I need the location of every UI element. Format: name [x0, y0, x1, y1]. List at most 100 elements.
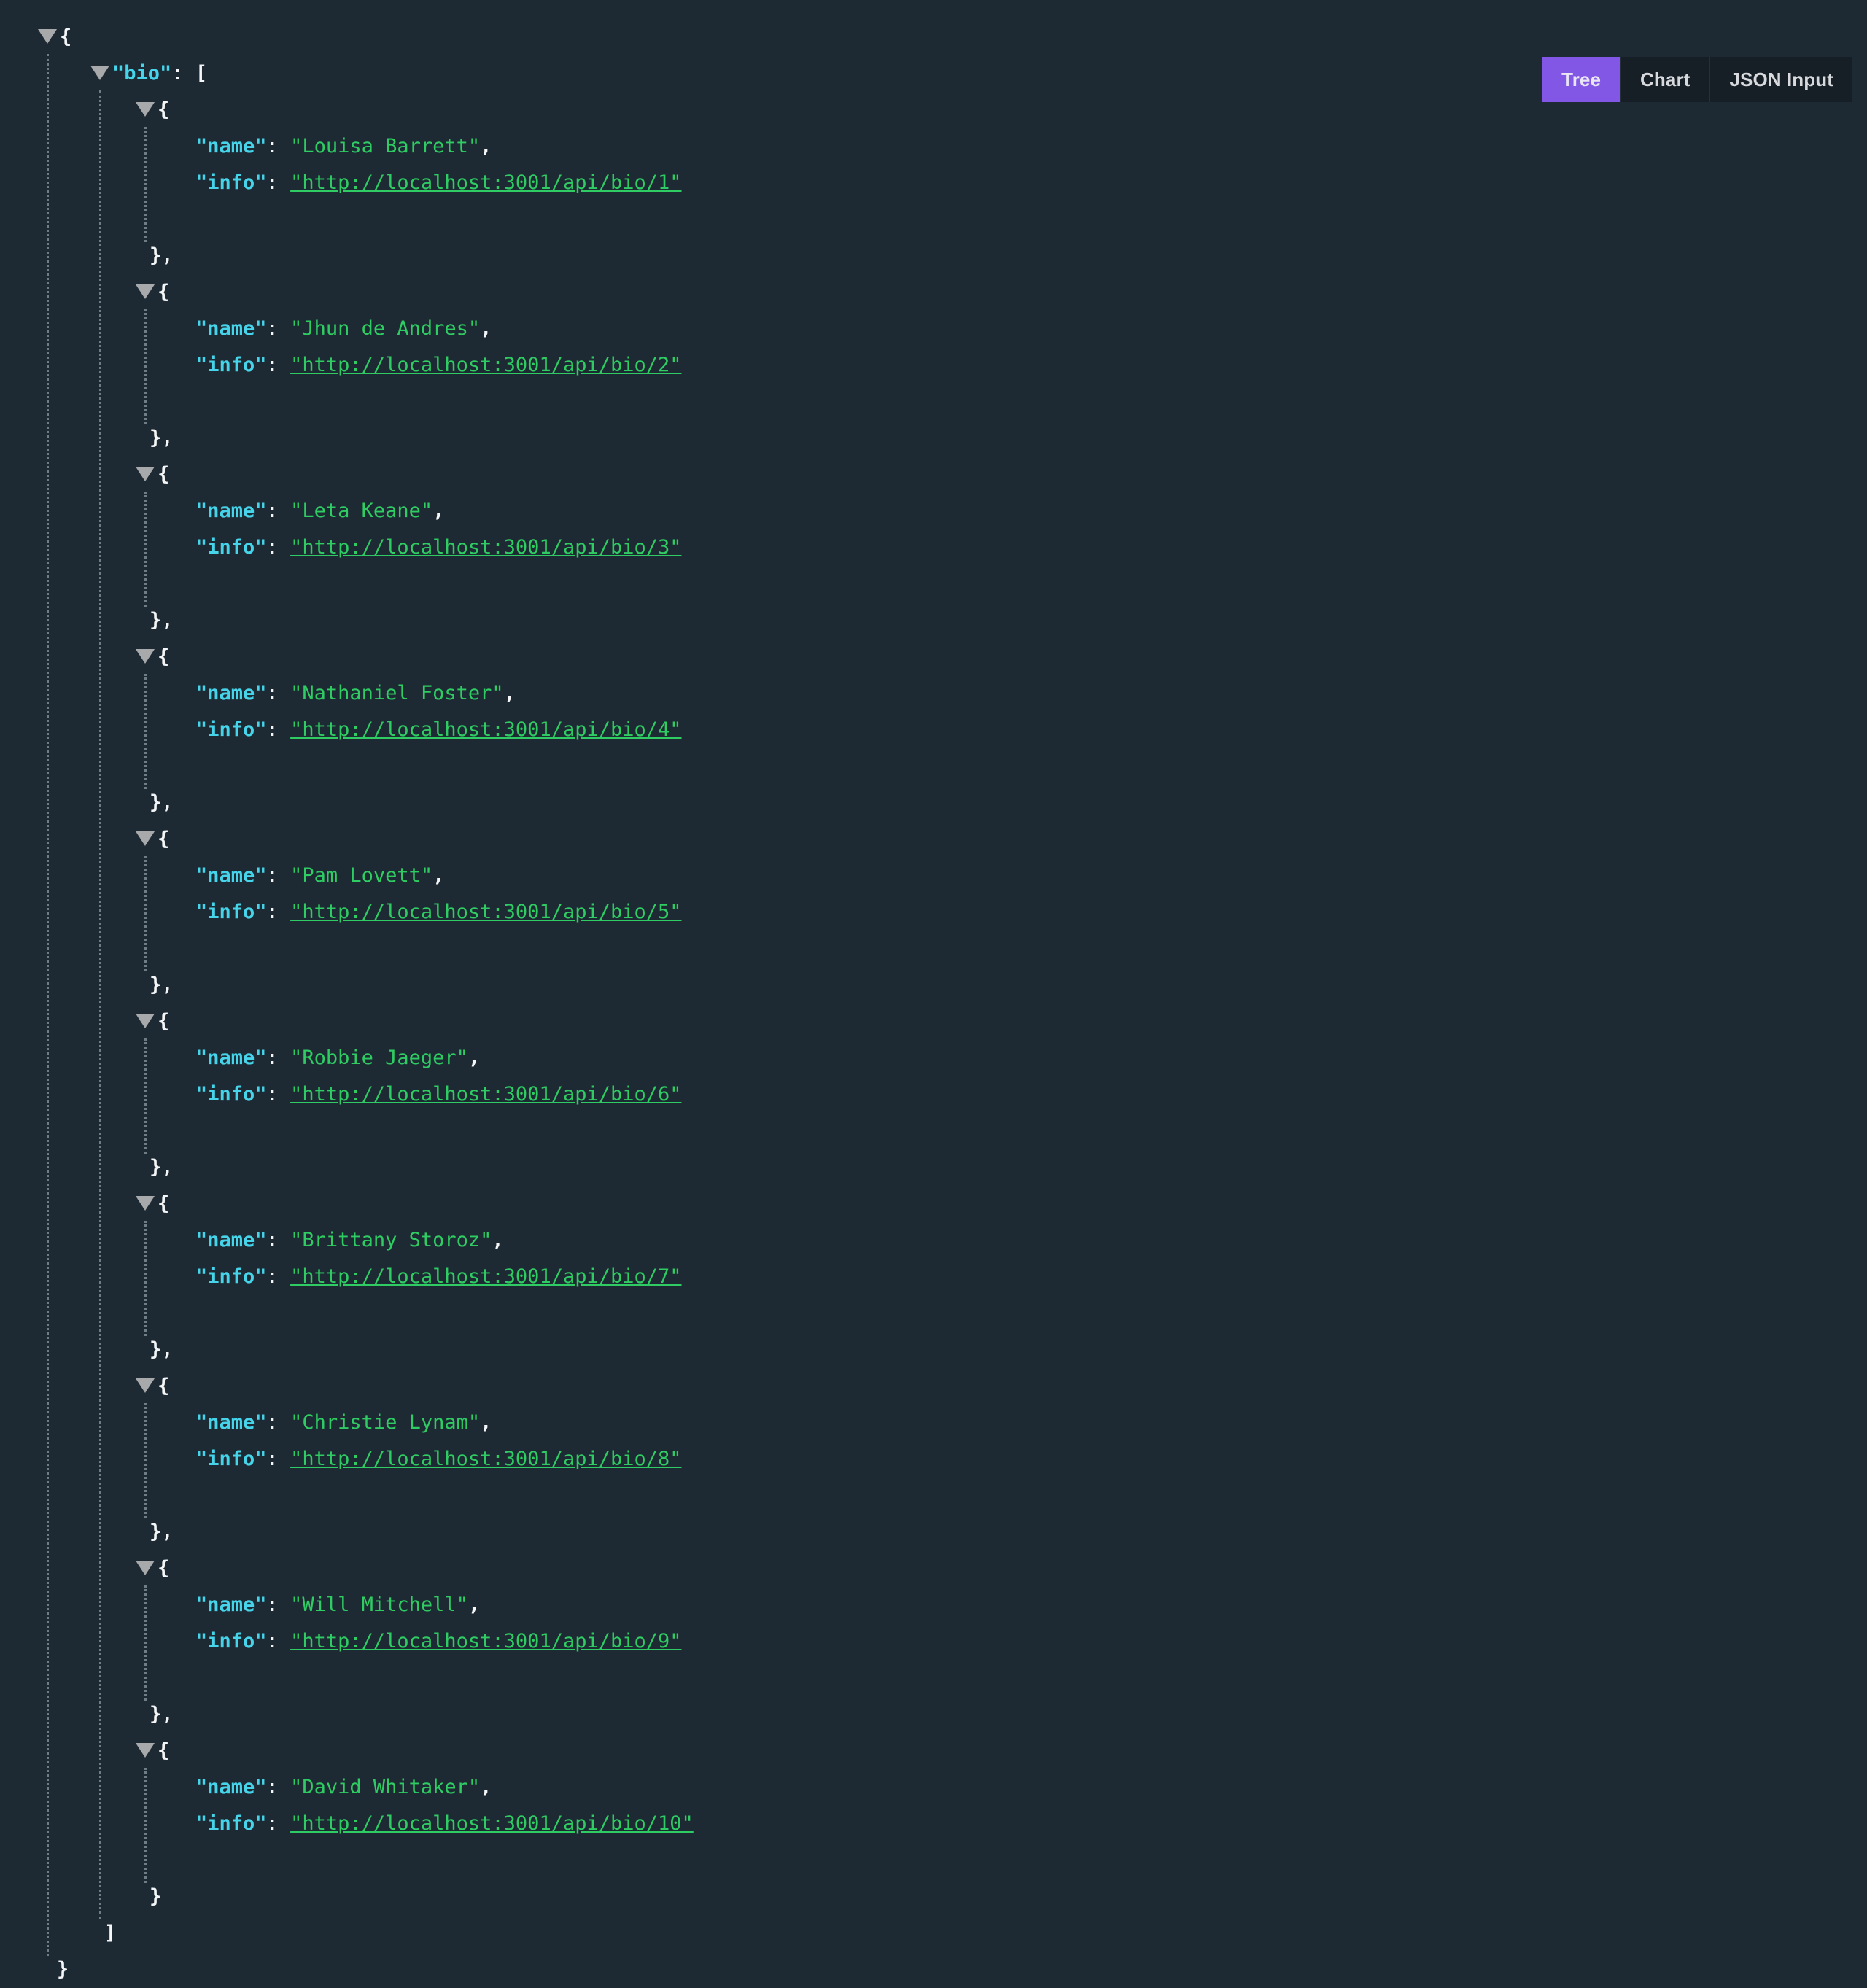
tree-guide-item [144, 1403, 147, 1518]
item-open-brace: { [158, 1192, 169, 1215]
info-value-link[interactable]: "http://localhost:3001/api/bio/7" [290, 1265, 681, 1288]
info-value-link[interactable]: "http://localhost:3001/api/bio/2" [290, 354, 681, 376]
name-colon: : [267, 500, 279, 522]
name-key-label: "name" [195, 500, 267, 522]
tree-row-spacer [0, 931, 694, 967]
name-value: "Leta Keane" [290, 500, 432, 522]
caret-item-icon[interactable] [136, 1561, 155, 1575]
tree-row-info: "info": "http://localhost:3001/api/bio/4… [0, 712, 694, 748]
caret-item-icon[interactable] [136, 1743, 155, 1758]
item-close-brace: }, [150, 1156, 174, 1179]
tree-row-spacer [0, 566, 694, 602]
caret-item-icon[interactable] [136, 1196, 155, 1211]
item-open-brace: { [158, 828, 169, 850]
info-value-link[interactable]: "http://localhost:3001/api/bio/10" [290, 1812, 694, 1835]
tree-row-item-close: }, [0, 967, 694, 1003]
bio-close-bracket: ] [104, 1922, 116, 1944]
tab-chart[interactable]: Chart [1621, 57, 1710, 102]
tree-row-info: "info": "http://localhost:3001/api/bio/8… [0, 1441, 694, 1478]
tree-row-item-close: }, [0, 1149, 694, 1186]
name-comma: , [492, 1229, 503, 1251]
info-value-link[interactable]: "http://localhost:3001/api/bio/1" [290, 171, 681, 194]
tree-guide-item [144, 1768, 147, 1883]
tab-json-input[interactable]: JSON Input [1710, 57, 1852, 102]
caret-item-icon[interactable] [136, 102, 155, 117]
tree-row-spacer [0, 384, 694, 420]
tree-row-name: "name": "David Whitaker", [0, 1769, 694, 1806]
tree-guide-bio [99, 90, 101, 1919]
name-value: "Nathaniel Foster" [290, 682, 504, 704]
tree-row-item-close: }, [0, 420, 694, 457]
item-close-brace: }, [150, 427, 174, 449]
tree-row-item-open: { [0, 1186, 694, 1222]
caret-item-icon[interactable] [136, 831, 155, 846]
caret-item-icon[interactable] [136, 1378, 155, 1393]
caret-item-icon[interactable] [136, 284, 155, 299]
bio-open-bracket: [ [195, 62, 207, 85]
tree-row-name: "name": "Jhun de Andres", [0, 311, 694, 347]
name-value: "Louisa Barrett" [290, 135, 480, 158]
json-tree-viewer[interactable]: {"bio": [{"name": "Louisa Barrett","info… [0, 0, 694, 1988]
name-key-label: "name" [195, 317, 267, 340]
item-close-brace: } [150, 1885, 161, 1908]
tree-row-info: "info": "http://localhost:3001/api/bio/1… [0, 165, 694, 201]
name-colon: : [267, 1229, 279, 1251]
name-comma: , [480, 135, 492, 158]
info-value-link[interactable]: "http://localhost:3001/api/bio/3" [290, 536, 681, 559]
info-value-link[interactable]: "http://localhost:3001/api/bio/4" [290, 718, 681, 741]
info-colon: : [267, 171, 279, 194]
item-close-brace: }, [150, 609, 174, 632]
item-close-brace: }, [150, 1338, 174, 1361]
view-mode-tab-bar[interactable]: TreeChartJSON Input [1542, 57, 1852, 102]
info-value-link[interactable]: "http://localhost:3001/api/bio/5" [290, 901, 681, 923]
tree-row-spacer [0, 748, 694, 785]
name-colon: : [267, 1776, 279, 1798]
tree-row-name: "name": "Louisa Barrett", [0, 128, 694, 165]
info-key-label: "info" [195, 171, 267, 194]
name-comma: , [480, 1776, 492, 1798]
item-open-brace: { [158, 463, 169, 486]
tree-guide-item [144, 674, 147, 789]
info-value-link[interactable]: "http://localhost:3001/api/bio/9" [290, 1630, 681, 1653]
item-open-brace: { [158, 1010, 169, 1033]
caret-root-icon[interactable] [38, 29, 57, 44]
caret-item-icon[interactable] [136, 467, 155, 481]
tree-row-info: "info": "http://localhost:3001/api/bio/9… [0, 1623, 694, 1660]
caret-item-icon[interactable] [136, 649, 155, 664]
name-colon: : [267, 682, 279, 704]
tab-tree[interactable]: Tree [1542, 57, 1621, 102]
item-close-brace: }, [150, 791, 174, 814]
tree-row-bio-key: "bio": [ [0, 55, 694, 92]
info-colon: : [267, 901, 279, 923]
caret-bio-icon[interactable] [90, 66, 109, 80]
tree-row-spacer [0, 201, 694, 238]
info-value-link[interactable]: "http://localhost:3001/api/bio/6" [290, 1083, 681, 1106]
name-key-label: "name" [195, 1593, 267, 1616]
tree-row-name: "name": "Brittany Storoz", [0, 1222, 694, 1259]
name-comma: , [504, 682, 516, 704]
tree-row-item-close: }, [0, 1514, 694, 1550]
tree-row-spacer [0, 1842, 694, 1879]
tree-row-name: "name": "Robbie Jaeger", [0, 1040, 694, 1076]
name-value: "Jhun de Andres" [290, 317, 480, 340]
tree-row-info: "info": "http://localhost:3001/api/bio/2… [0, 347, 694, 384]
tree-row-info: "info": "http://localhost:3001/api/bio/1… [0, 1806, 694, 1842]
info-colon: : [267, 1448, 279, 1470]
tree-row-item-open: { [0, 1733, 694, 1769]
tree-row-spacer [0, 1113, 694, 1149]
info-value-link[interactable]: "http://localhost:3001/api/bio/8" [290, 1448, 681, 1470]
name-value: "Christie Lynam" [290, 1411, 480, 1434]
tree-guide-item [144, 1585, 147, 1701]
name-colon: : [267, 1047, 279, 1069]
tree-row-item-close: }, [0, 785, 694, 821]
name-colon: : [267, 317, 279, 340]
tree-row-info: "info": "http://localhost:3001/api/bio/3… [0, 529, 694, 566]
info-key-label: "info" [195, 354, 267, 376]
caret-item-icon[interactable] [136, 1014, 155, 1028]
name-value: "Will Mitchell" [290, 1593, 468, 1616]
tree-row-item-close: } [0, 1879, 694, 1915]
tree-row-item-open: { [0, 92, 694, 128]
name-value: "Brittany Storoz" [290, 1229, 492, 1251]
tree-guide-item [144, 492, 147, 607]
info-key-label: "info" [195, 1630, 267, 1653]
